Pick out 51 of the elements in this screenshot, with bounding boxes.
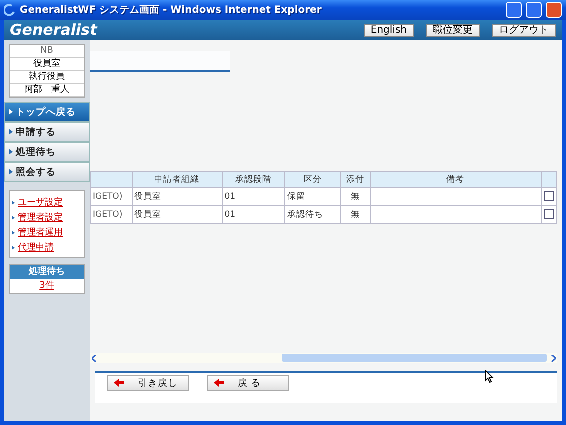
table-cell: 役員室 bbox=[132, 206, 222, 224]
row-checkbox[interactable] bbox=[544, 191, 554, 202]
settings-link[interactable]: 管理者設定 bbox=[18, 211, 63, 224]
scroll-left-icon[interactable] bbox=[92, 354, 96, 362]
user-info-text: 阿部 重人 bbox=[10, 84, 84, 97]
settings-link[interactable]: 管理者運用 bbox=[18, 226, 63, 239]
bullet-icon bbox=[12, 200, 15, 204]
user-info-text: 役員室 bbox=[10, 58, 84, 71]
horizontal-scrollbar[interactable] bbox=[90, 353, 557, 363]
column-header: 承認段階 bbox=[222, 172, 285, 188]
scroll-right-icon[interactable] bbox=[550, 354, 556, 362]
menu-item[interactable]: 照会する bbox=[4, 162, 90, 182]
browser-icon bbox=[4, 4, 16, 16]
row-checkbox[interactable] bbox=[544, 209, 554, 220]
close-button[interactable] bbox=[546, 2, 562, 18]
table-cell: 保留 bbox=[284, 188, 341, 206]
column-header: 備考 bbox=[370, 172, 542, 188]
settings-link[interactable]: 代理申請 bbox=[18, 241, 54, 254]
table-cell: IGETO) bbox=[90, 206, 132, 224]
settings-link[interactable]: ユーザ設定 bbox=[18, 196, 63, 209]
action-button[interactable]: 引き戻し bbox=[107, 375, 189, 391]
column-header: 区分 bbox=[284, 172, 341, 188]
logo: Generalist bbox=[10, 21, 99, 39]
header-button[interactable]: 職位変更 bbox=[426, 24, 480, 36]
window-title: GeneralistWF システム画面 - Windows Internet Explorer bbox=[20, 4, 323, 17]
bullet-icon bbox=[12, 246, 15, 250]
menu-item[interactable]: 処理待ち bbox=[4, 142, 90, 162]
bullet-icon bbox=[12, 216, 15, 220]
back-arrow-icon bbox=[114, 379, 124, 387]
user-info-text: NB bbox=[10, 45, 84, 58]
table-cell: 無 bbox=[340, 188, 370, 206]
bullet-icon bbox=[12, 230, 15, 234]
maximize-button[interactable] bbox=[526, 2, 542, 18]
table-cell: 01 bbox=[222, 206, 285, 224]
back-arrow-icon bbox=[214, 379, 224, 387]
column-header: 申請者組織 bbox=[132, 172, 222, 188]
header-button[interactable]: English bbox=[364, 24, 414, 36]
pending-count-link[interactable]: 3件 bbox=[40, 281, 54, 291]
minimize-button[interactable] bbox=[506, 2, 522, 18]
user-info-text: 執行役員 bbox=[10, 71, 84, 84]
action-button[interactable]: 戻 る bbox=[207, 375, 289, 391]
menu-item[interactable]: 申請する bbox=[4, 122, 90, 142]
table-cell: 無 bbox=[340, 206, 370, 224]
table-cell: 01 bbox=[222, 188, 285, 206]
table-cell: 承認待ち bbox=[284, 206, 341, 224]
pending-title: 処理待ち bbox=[10, 265, 84, 279]
table-cell: 役員室 bbox=[132, 188, 222, 206]
header-button[interactable]: ログアウト bbox=[492, 24, 556, 36]
table-cell: IGETO) bbox=[90, 188, 132, 206]
menu-item[interactable]: トップへ戻る bbox=[4, 102, 90, 122]
column-header: 添付 bbox=[340, 172, 370, 188]
